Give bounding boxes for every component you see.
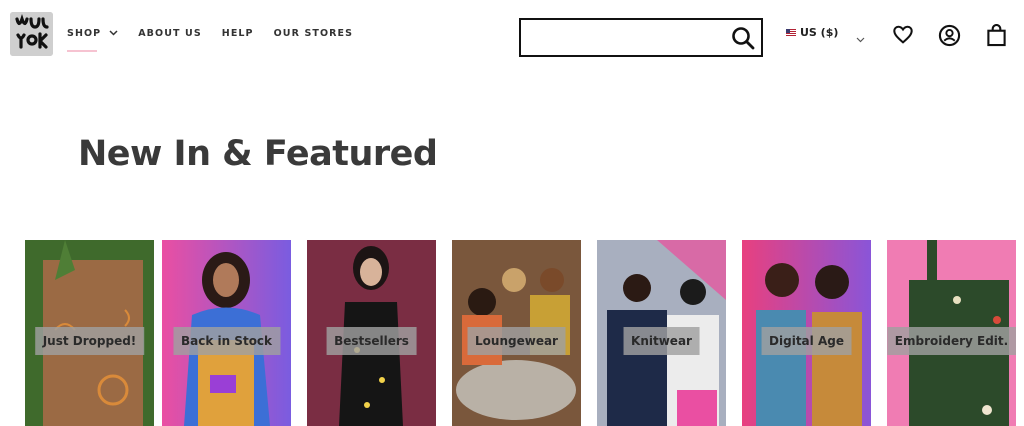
category-label: Loungewear (467, 327, 566, 355)
site-header: SHOP ABOUT US HELP OUR STORES US ($) (0, 0, 1024, 70)
nav-item-about-us[interactable]: ABOUT US (138, 28, 202, 39)
search-box[interactable] (519, 18, 763, 57)
nav-label: OUR STORES (273, 28, 354, 39)
nav-label: ABOUT US (138, 28, 202, 39)
category-label: Embroidery Edit. (887, 327, 1016, 355)
search-input[interactable] (527, 26, 731, 51)
currency-label: US ($) (800, 26, 839, 39)
nav-item-shop[interactable]: SHOP (67, 28, 118, 39)
us-flag-icon (786, 29, 796, 36)
category-card-digital-age[interactable]: Digital Age (742, 240, 871, 426)
category-card-loungewear[interactable]: Loungewear (452, 240, 581, 426)
nav-label: SHOP (67, 28, 102, 39)
category-card-embroidery-edit[interactable]: Embroidery Edit. (887, 240, 1016, 426)
search-icon[interactable] (731, 26, 755, 54)
brand-logo[interactable] (10, 12, 53, 56)
main-nav: SHOP ABOUT US HELP OUR STORES (67, 28, 373, 39)
active-nav-underline (67, 50, 97, 52)
logo-graphic (10, 12, 53, 56)
nav-label: HELP (221, 28, 254, 39)
category-label: Just Dropped! (34, 327, 145, 355)
bag-icon[interactable] (986, 23, 1007, 51)
category-label: Digital Age (761, 327, 852, 355)
category-card-back-in-stock[interactable]: Back in Stock (162, 240, 291, 426)
nav-item-help[interactable]: HELP (222, 28, 254, 39)
nav-item-our-stores[interactable]: OUR STORES (274, 28, 353, 39)
account-icon[interactable] (938, 24, 961, 51)
chevron-down-icon (109, 28, 118, 39)
category-carousel: Just Dropped! Back in Stock Bestsellers (0, 240, 1024, 426)
category-label: Bestsellers (326, 327, 417, 355)
category-card-knitwear[interactable]: Knitwear (597, 240, 726, 426)
currency-selector[interactable]: US ($) (786, 26, 838, 39)
heart-icon[interactable] (892, 24, 914, 50)
category-label: Knitwear (623, 327, 700, 355)
category-card-bestsellers[interactable]: Bestsellers (307, 240, 436, 426)
chevron-down-icon[interactable] (856, 28, 865, 47)
category-card-just-dropped[interactable]: Just Dropped! (25, 240, 154, 426)
section-title: New In & Featured (78, 134, 438, 174)
category-label: Back in Stock (172, 327, 281, 355)
